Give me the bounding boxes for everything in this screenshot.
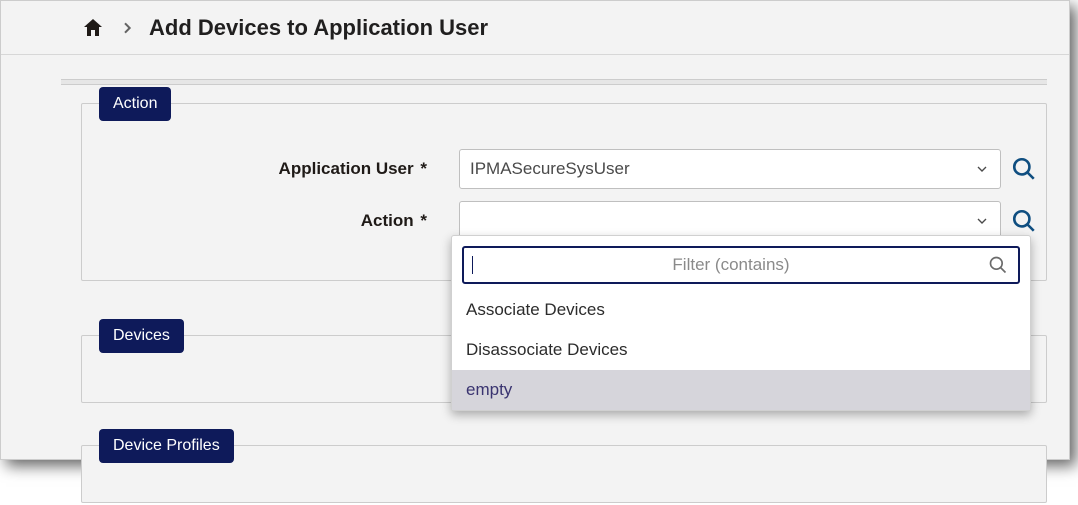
dropdown-option[interactable]: empty	[452, 370, 1030, 410]
dropdown-option[interactable]: Disassociate Devices	[452, 330, 1030, 370]
label-action-text: Action	[361, 211, 414, 230]
chevron-down-icon	[974, 213, 990, 229]
chevron-right-icon	[119, 20, 135, 36]
search-icon[interactable]	[1011, 208, 1037, 234]
section-device-profiles: Device Profiles	[81, 445, 1047, 503]
search-icon[interactable]	[1011, 156, 1037, 182]
top-divider	[61, 79, 1047, 85]
required-mark: *	[420, 159, 427, 178]
search-icon	[988, 255, 1008, 275]
action-dropdown-panel: Associate Devices Disassociate Devices e…	[451, 235, 1031, 411]
dropdown-options: Associate Devices Disassociate Devices e…	[452, 290, 1030, 410]
breadcrumb: Add Devices to Application User	[1, 1, 1069, 55]
input-caret	[472, 256, 473, 274]
section-label-devices: Devices	[99, 319, 184, 353]
row-application-user: Application User * IPMASecureSysUser	[91, 149, 1037, 189]
select-application-user-value: IPMASecureSysUser	[470, 159, 630, 179]
dropdown-option[interactable]: Associate Devices	[452, 290, 1030, 330]
page-title: Add Devices to Application User	[149, 15, 488, 41]
home-icon[interactable]	[81, 16, 105, 40]
label-application-user-text: Application User	[279, 159, 414, 178]
dropdown-filter[interactable]	[462, 246, 1020, 284]
dropdown-filter-input[interactable]	[474, 255, 988, 275]
section-label-action: Action	[99, 87, 171, 121]
required-mark: *	[420, 211, 427, 230]
section-label-device-profiles: Device Profiles	[99, 429, 234, 463]
label-application-user: Application User *	[91, 159, 459, 179]
select-application-user[interactable]: IPMASecureSysUser	[459, 149, 1001, 189]
label-action: Action *	[91, 211, 459, 231]
chevron-down-icon	[974, 161, 990, 177]
